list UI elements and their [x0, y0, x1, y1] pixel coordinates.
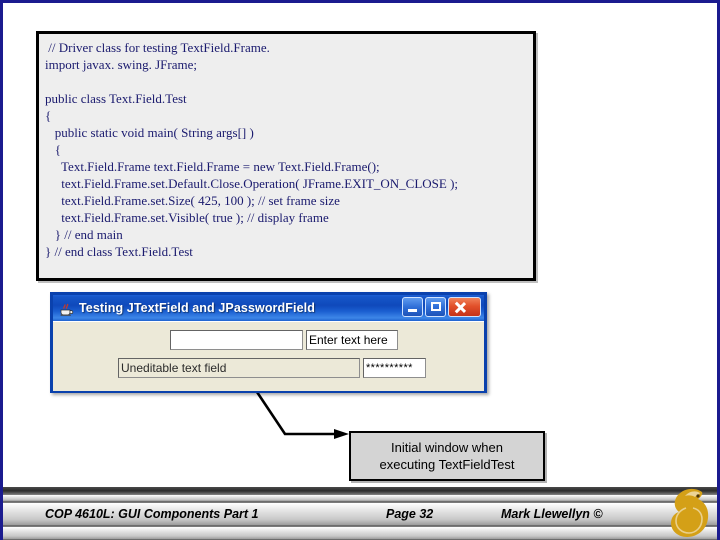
code-line: // Driver class for testing TextField.Fr… [45, 40, 270, 55]
code-line: Text.Field.Frame text.Field.Frame = new … [45, 159, 380, 174]
code-listing-text: // Driver class for testing TextField.Fr… [45, 39, 530, 260]
jframe-content-pane: Enter text here Uneditable text field **… [53, 321, 484, 391]
minimize-button[interactable] [402, 297, 423, 317]
caption-line-1: Initial window when [390, 440, 503, 455]
maximize-button[interactable] [425, 297, 446, 317]
ucf-pegasus-logo [658, 484, 717, 540]
code-line: import javax. swing. JFrame; [45, 57, 198, 72]
code-line: } // end class Text.Field.Test [45, 244, 193, 259]
java-coffee-cup-icon [57, 299, 75, 317]
enter-text-field[interactable]: Enter text here [306, 330, 398, 350]
close-button[interactable] [448, 297, 481, 317]
code-line: } // end main [45, 227, 123, 242]
footer-top-bar [3, 487, 717, 494]
footer-upper-band [3, 494, 717, 502]
code-line: public class Text.Field.Test [45, 91, 187, 106]
footer-course-label: COP 4610L: GUI Components Part 1 [45, 507, 259, 521]
code-line: text.Field.Frame.set.Default.Close.Opera… [45, 176, 459, 191]
jframe-titlebar[interactable]: Testing JTextField and JPasswordField [53, 295, 484, 321]
footer-text-row: COP 4610L: GUI Components Part 1 Page 32… [3, 502, 663, 526]
footer-page-number: Page 32 [386, 507, 434, 521]
code-listing-box: // Driver class for testing TextField.Fr… [36, 31, 536, 281]
window-controls [402, 297, 481, 317]
code-line: public static void main( String args[] ) [45, 125, 254, 140]
uneditable-text-field: Uneditable text field [118, 358, 360, 378]
code-line: text.Field.Frame.set.Size( 425, 100 ); /… [45, 193, 340, 208]
code-line: { [45, 142, 61, 157]
slide-footer: COP 4610L: GUI Components Part 1 Page 32… [3, 484, 717, 540]
caption-line-2: executing TextFieldTest [379, 457, 515, 472]
jframe-title-text: Testing JTextField and JPasswordField [79, 301, 315, 315]
text-input-field[interactable] [170, 330, 303, 350]
code-line: { [45, 108, 52, 123]
slide-canvas: // Driver class for testing TextField.Fr… [0, 0, 720, 540]
callout-caption-box: Initial window when executing TextFieldT… [349, 431, 545, 481]
footer-author-label: Mark Llewellyn © [501, 507, 603, 521]
code-line: text.Field.Frame.set.Visible( true ); //… [45, 210, 329, 225]
password-field[interactable]: ********** [363, 358, 426, 378]
jframe-window: Testing JTextField and JPasswordField En… [50, 292, 487, 393]
footer-lower-band [3, 526, 717, 540]
